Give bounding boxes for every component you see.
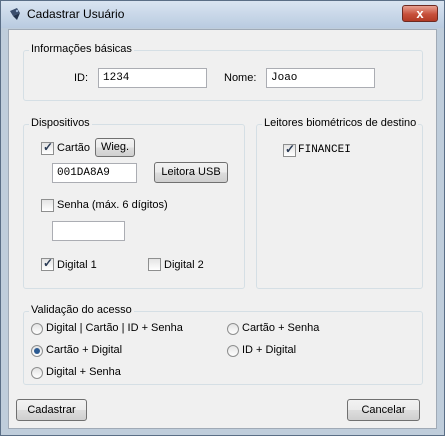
validation-radio-card-password[interactable]: [227, 323, 239, 335]
reader-checkbox[interactable]: [283, 142, 296, 157]
validation-option-label: ID + Digital: [242, 344, 297, 356]
usb-reader-button[interactable]: Leitora USB: [154, 162, 228, 183]
close-button[interactable]: x: [402, 5, 438, 22]
cancel-button[interactable]: Cancelar: [347, 399, 420, 421]
basic-info-legend: Informações básicas: [29, 43, 134, 55]
name-field[interactable]: Joao: [266, 68, 375, 88]
close-icon: x: [416, 6, 424, 21]
name-label: Nome:: [224, 72, 257, 84]
validation-radio-card-digital[interactable]: [31, 345, 43, 357]
validation-group: Validação do acesso Digital | Cartão | I…: [23, 304, 423, 385]
password-checkbox[interactable]: [41, 199, 54, 212]
validation-option-label: Digital | Cartão | ID + Senha: [46, 322, 183, 334]
id-label: ID:: [74, 72, 89, 84]
validation-option-label: Digital + Senha: [46, 366, 121, 378]
basic-info-group: Informações básicas ID: 1234 Nome: Joao: [23, 43, 423, 101]
title-bar[interactable]: Cadastrar Usuário x: [1, 1, 444, 28]
app-icon: [10, 8, 20, 20]
password-label: Senha (máx. 6 dígitos): [57, 199, 168, 211]
register-button[interactable]: Cadastrar: [16, 399, 87, 421]
validation-radio-id-digital[interactable]: [227, 345, 239, 357]
devices-group: Dispositivos Cartão Wieg. 001DA8A9 Leito…: [23, 117, 245, 289]
validation-radio-digital-password[interactable]: [31, 367, 43, 379]
devices-legend: Dispositivos: [29, 117, 92, 129]
digital2-label: Digital 2: [164, 259, 204, 271]
readers-group: Leitores biométricos de destino FINANCEI: [256, 117, 423, 289]
reader-label: FINANCEI: [298, 144, 351, 156]
window-title: Cadastrar Usuário: [27, 7, 125, 21]
digital2-checkbox[interactable]: [148, 258, 161, 271]
validation-radio-digital-card-id-password[interactable]: [31, 323, 43, 335]
digital1-checkbox[interactable]: [41, 256, 54, 271]
wieg-button[interactable]: Wieg.: [95, 138, 135, 157]
validation-option-label: Cartão + Senha: [242, 322, 320, 334]
validation-option-label: Cartão + Digital: [46, 344, 123, 356]
card-number-field[interactable]: 001DA8A9: [52, 163, 137, 183]
readers-legend: Leitores biométricos de destino: [262, 117, 419, 129]
card-checkbox[interactable]: [41, 140, 54, 155]
card-label: Cartão: [57, 142, 91, 154]
dialog-client: Informações básicas ID: 1234 Nome: Joao …: [8, 29, 437, 429]
password-field[interactable]: [52, 221, 125, 241]
validation-legend: Validação do acesso: [29, 304, 134, 316]
id-field[interactable]: 1234: [98, 68, 207, 88]
dialog-window: Cadastrar Usuário x Informações básicas …: [0, 0, 445, 436]
digital1-label: Digital 1: [57, 259, 97, 271]
